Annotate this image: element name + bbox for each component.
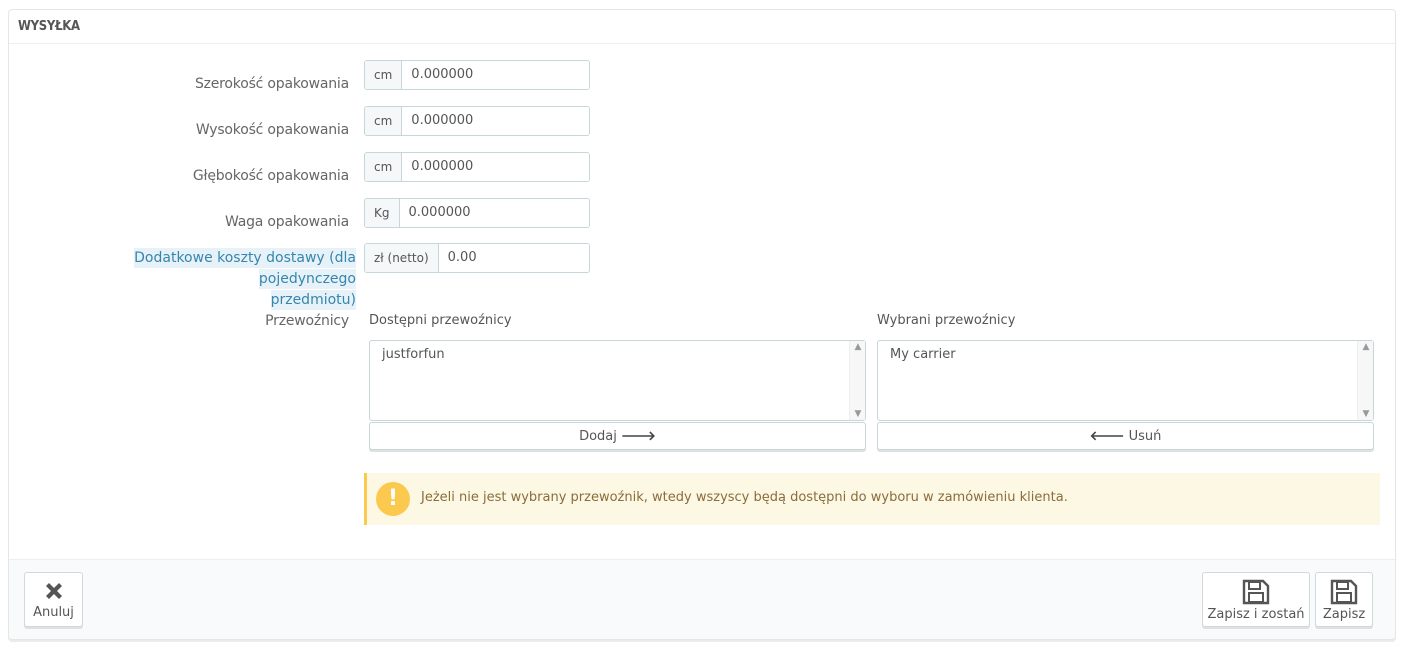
warning-alert: ! Jeżeli nie jest wybrany przewoźnik, wt… — [364, 473, 1380, 525]
panel-title: WYSYŁKA — [9, 10, 1395, 44]
height-label: Wysokość opakowania — [195, 122, 349, 138]
width-input-group: cm 0.000000 — [364, 60, 590, 90]
floppy-disk-icon — [1242, 579, 1270, 605]
height-input-group: cm 0.000000 — [364, 106, 590, 136]
width-label: Szerokość opakowania — [194, 76, 349, 92]
arrow-right-icon: 🡒 — [621, 429, 656, 444]
add-carrier-label: Dodaj — [579, 429, 617, 444]
carriers-label: Przewoźnicy — [265, 313, 349, 329]
panel-footer: Anuluj Zapisz i zostań Zapisz — [9, 559, 1395, 639]
weight-label: Waga opakowania — [224, 214, 349, 230]
available-carrier-option[interactable]: justforfun — [382, 347, 445, 362]
save-label: Zapisz — [1322, 607, 1366, 622]
width-input[interactable]: 0.000000 — [402, 61, 589, 89]
scroll-down-icon[interactable]: ▼ — [850, 409, 866, 419]
selected-carriers-title: Wybrani przewoźnicy — [877, 313, 1016, 328]
scroll-up-icon[interactable]: ▲ — [1358, 342, 1374, 352]
save-button[interactable]: Zapisz — [1315, 572, 1373, 627]
remove-carrier-label: Usuń — [1128, 429, 1162, 444]
extra-cost-label-line2: przedmiotu) — [270, 290, 356, 310]
extra-cost-label-line1: Dodatkowe koszty dostawy (dla pojedyncze… — [134, 248, 356, 289]
save-and-stay-button[interactable]: Zapisz i zostań — [1202, 572, 1310, 627]
scroll-down-icon[interactable]: ▼ — [1358, 409, 1374, 419]
extra-cost-input-group: zł (netto) 0.00 — [364, 243, 590, 273]
selected-carrier-option[interactable]: My carrier — [890, 347, 956, 362]
weight-input-group: Kg 0.000000 — [364, 198, 590, 228]
remove-carrier-button[interactable]: 🡐 Usuń — [877, 422, 1374, 450]
depth-input[interactable]: 0.000000 — [402, 153, 589, 181]
depth-unit: cm — [365, 153, 403, 181]
height-unit: cm — [365, 107, 403, 135]
extra-cost-unit: zł (netto) — [365, 244, 439, 272]
extra-cost-label[interactable]: Dodatkowe koszty dostawy (dla pojedyncze… — [36, 248, 356, 311]
shipping-panel: WYSYŁKA Szerokość opakowania cm 0.000000… — [8, 9, 1396, 640]
scroll-up-icon[interactable]: ▲ — [850, 342, 866, 352]
width-unit: cm — [365, 61, 403, 89]
exclamation-icon: ! — [376, 482, 410, 516]
available-carriers-list[interactable]: justforfun ▲ ▼ — [369, 340, 866, 421]
available-carriers-title: Dostępni przewoźnicy — [369, 313, 512, 328]
cancel-button[interactable]: Anuluj — [24, 572, 83, 627]
weight-input[interactable]: 0.000000 — [399, 199, 589, 227]
close-icon — [45, 583, 62, 599]
arrow-left-icon: 🡐 — [1089, 429, 1125, 444]
available-carriers-scrollbar[interactable]: ▲ ▼ — [849, 341, 865, 420]
height-input[interactable]: 0.000000 — [402, 107, 589, 135]
depth-label: Głębokość opakowania — [192, 168, 349, 184]
weight-unit: Kg — [365, 199, 400, 227]
save-and-stay-label: Zapisz i zostań — [1207, 607, 1305, 622]
extra-cost-input[interactable]: 0.00 — [438, 244, 589, 272]
cancel-label: Anuluj — [33, 605, 74, 620]
depth-input-group: cm 0.000000 — [364, 152, 590, 182]
add-carrier-button[interactable]: Dodaj 🡒 — [369, 422, 866, 450]
alert-text: Jeżeli nie jest wybrany przewoźnik, wted… — [421, 490, 1068, 505]
selected-carriers-scrollbar[interactable]: ▲ ▼ — [1357, 341, 1373, 420]
floppy-disk-icon — [1330, 579, 1358, 605]
selected-carriers-list[interactable]: My carrier ▲ ▼ — [877, 340, 1374, 421]
